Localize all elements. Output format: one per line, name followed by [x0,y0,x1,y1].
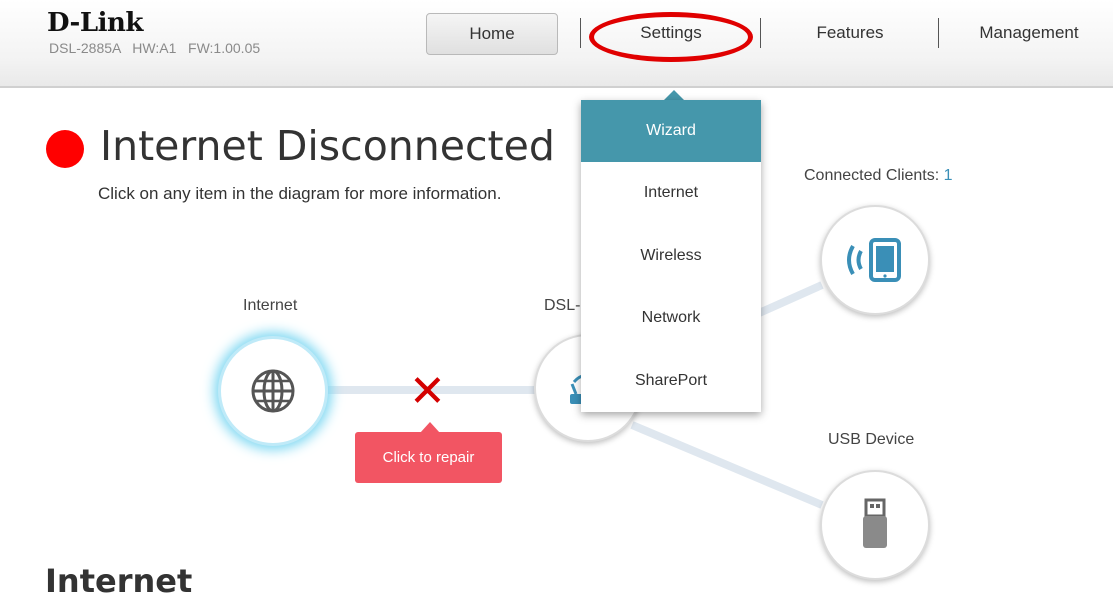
menu-item-shareport[interactable]: SharePort [581,350,761,412]
menu-item-wizard[interactable]: Wizard [581,100,761,163]
connected-clients-node[interactable] [820,205,930,315]
menu-item-wireless[interactable]: Wireless [581,225,761,287]
menu-item-network[interactable]: Network [581,287,761,349]
connected-clients-label: Connected Clients: 1 [804,167,953,185]
usb-link-line [630,421,824,509]
internet-node[interactable] [218,336,328,446]
x-mark-icon: ✕ [409,366,446,417]
dropdown-caret [664,90,684,100]
internet-node-label: Internet [243,297,298,314]
usb-drive-icon [863,498,887,548]
menu-item-internet[interactable]: Internet [581,162,761,224]
usb-device-label: USB Device [828,431,915,448]
usb-device-node[interactable] [820,470,930,580]
internet-section-title: Internet [45,562,193,600]
connected-clients-count[interactable]: 1 [944,167,953,184]
globe-icon [251,369,295,413]
connected-clients-text: Connected Clients: [804,167,944,184]
network-diagram: Internet ✕ Click to repair DSL- Connecte… [0,0,1113,610]
router-node-label: DSL- [544,297,581,314]
wireless-tablet-icon [847,238,901,282]
settings-dropdown-menu: Wizard Internet Wireless Network SharePo… [581,100,761,412]
click-to-repair-button[interactable]: Click to repair [355,432,502,483]
